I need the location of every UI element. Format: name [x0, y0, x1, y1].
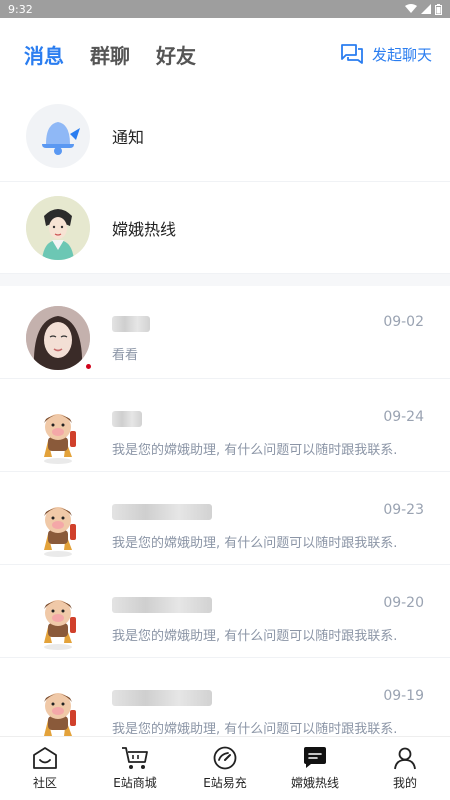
message-preview: 我是您的嫦娥助理, 有什么问题可以随时跟我联系.: [112, 443, 398, 458]
blurred-name: [112, 411, 142, 427]
section-divider: [0, 274, 450, 286]
wifi-icon: [405, 4, 417, 13]
nav-mall[interactable]: E站商城: [90, 737, 180, 800]
nav-community[interactable]: 社区: [0, 737, 90, 800]
status-bar: 9:32: [0, 0, 450, 18]
woman-avatar: [26, 306, 90, 370]
mascot-icon: [44, 600, 76, 650]
hotline-label: 嫦娥热线: [112, 219, 177, 239]
battery-icon: [435, 3, 442, 15]
tab-friends[interactable]: 好友: [156, 40, 196, 69]
nav-label: E站商城: [113, 776, 157, 790]
woman-avatar-image: [26, 306, 90, 370]
blurred-name: [112, 597, 212, 613]
top-tab-bar: 消息 群聊 好友 发起聊天: [0, 18, 450, 90]
community-icon: [33, 747, 57, 769]
unread-dot: [86, 364, 91, 369]
nav-label: 社区: [32, 776, 57, 790]
message-content: 09-02 看看: [112, 306, 424, 366]
message-row[interactable]: 09-24 我是您的嫦娥助理, 有什么问题可以随时跟我联系.: [0, 379, 450, 472]
profile-icon: [394, 747, 416, 770]
nav-recharge[interactable]: E站易充: [180, 737, 270, 800]
mascot-avatar: [26, 587, 90, 651]
notification-label: 通知: [112, 127, 145, 147]
mascot-avatar: [26, 401, 90, 465]
change-avatar: [26, 195, 90, 260]
message-preview: 看看: [112, 348, 139, 363]
blurred-name: [112, 504, 212, 520]
nav-label: E站易充: [203, 776, 247, 790]
change-figure-icon: [26, 195, 90, 260]
tab-messages[interactable]: 消息: [24, 40, 64, 69]
tab-group-chats[interactable]: 群聊: [90, 40, 130, 69]
message-date: 09-24: [383, 409, 424, 425]
bell-avatar: [26, 103, 90, 168]
start-chat-button[interactable]: 发起聊天: [340, 43, 432, 65]
mascot-avatar: [26, 680, 90, 744]
chat-icon: [304, 747, 326, 768]
nav-label: 我的: [392, 776, 417, 790]
message-content: 09-19 我是您的嫦娥助理, 有什么问题可以随时跟我联系.: [112, 680, 424, 740]
status-time: 9:32: [8, 2, 33, 16]
bottom-nav: 社区 E站商城 E站易充 嫦娥热线 我的: [0, 736, 450, 800]
nav-label: 嫦娥热线: [290, 776, 339, 790]
message-content: 09-24 我是您的嫦娥助理, 有什么问题可以随时跟我联系.: [112, 401, 424, 461]
blurred-name: [112, 690, 212, 706]
message-content: 09-20 我是您的嫦娥助理, 有什么问题可以随时跟我联系.: [112, 587, 424, 647]
mascot-icon: [44, 693, 76, 743]
message-list: 09-02 看看 09-24 我是您的嫦娥助理, 有什么问题可以随时跟我联系.: [0, 286, 450, 751]
nav-profile[interactable]: 我的: [360, 737, 450, 800]
message-preview: 我是您的嫦娥助理, 有什么问题可以随时跟我联系.: [112, 629, 398, 644]
message-date: 09-23: [383, 502, 424, 518]
start-chat-icon: [341, 44, 363, 64]
message-date: 09-20: [383, 595, 424, 611]
notification-row[interactable]: 通知: [0, 90, 450, 182]
status-icons: [405, 3, 442, 15]
message-row[interactable]: 09-23 我是您的嫦娥助理, 有什么问题可以随时跟我联系.: [0, 472, 450, 565]
hotline-row[interactable]: 嫦娥热线: [0, 182, 450, 274]
message-preview: 我是您的嫦娥助理, 有什么问题可以随时跟我联系.: [112, 536, 398, 551]
gauge-icon: [213, 746, 237, 770]
blurred-name: [112, 316, 150, 332]
bell-icon: [42, 121, 80, 155]
nav-hotline[interactable]: 嫦娥热线: [270, 737, 360, 800]
message-content: 09-23 我是您的嫦娥助理, 有什么问题可以随时跟我联系.: [112, 494, 424, 554]
start-chat-label: 发起聊天: [371, 45, 432, 64]
mascot-icon: [44, 414, 76, 464]
message-date: 09-19: [383, 688, 424, 704]
mascot-avatar: [26, 494, 90, 558]
cart-icon: [122, 747, 148, 769]
message-row[interactable]: 09-20 我是您的嫦娥助理, 有什么问题可以随时跟我联系.: [0, 565, 450, 658]
mascot-icon: [44, 507, 76, 557]
signal-icon: [421, 4, 431, 14]
message-preview: 我是您的嫦娥助理, 有什么问题可以随时跟我联系.: [112, 722, 398, 737]
message-row[interactable]: 09-02 看看: [0, 286, 450, 379]
message-date: 09-02: [383, 314, 424, 330]
